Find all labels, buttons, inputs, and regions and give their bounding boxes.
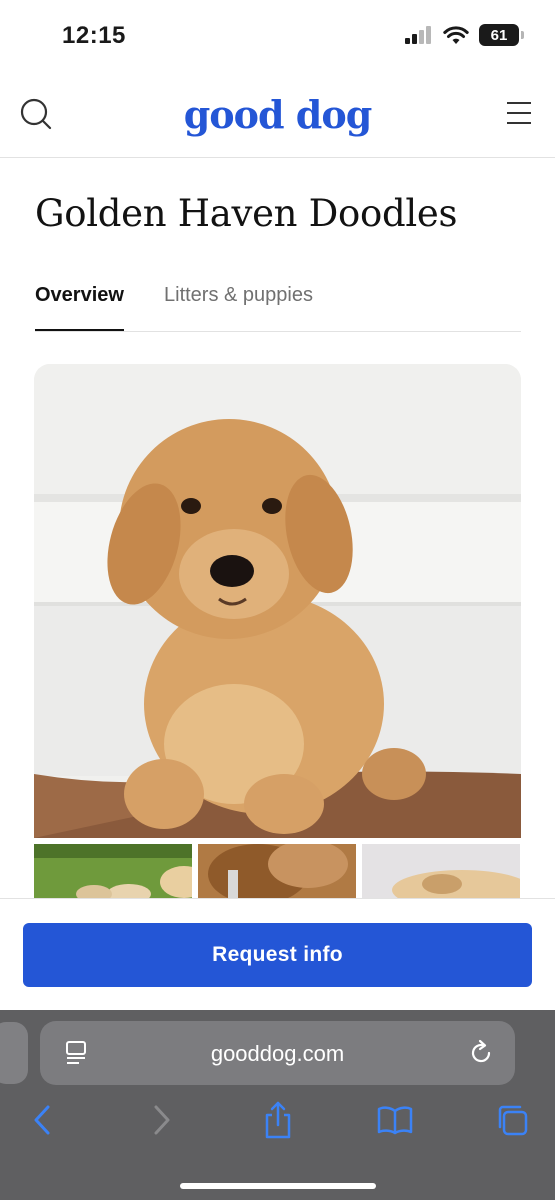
thumbnail-3[interactable]	[362, 844, 520, 898]
main-puppy-photo[interactable]	[34, 364, 521, 838]
url-text: gooddog.com	[210, 1041, 345, 1066]
tabs-icon	[498, 1105, 528, 1136]
photo-thumbnails	[34, 844, 521, 898]
request-info-button[interactable]: Request info	[23, 923, 532, 987]
thumbnail-1[interactable]	[34, 844, 192, 898]
site-logo[interactable]: good dog	[0, 92, 555, 137]
address-bar[interactable]: gooddog.com	[40, 1021, 515, 1085]
menu-button[interactable]	[505, 100, 533, 126]
status-time: 12:15	[62, 22, 126, 49]
home-indicator	[180, 1183, 376, 1189]
back-button[interactable]	[20, 1098, 64, 1142]
back-icon	[34, 1105, 50, 1135]
share-icon	[265, 1101, 291, 1139]
menu-icon	[507, 102, 531, 124]
previous-tab-preview[interactable]	[0, 1022, 28, 1084]
page-title: Golden Haven Doodles	[35, 192, 458, 235]
browser-nav-row	[0, 1098, 555, 1148]
battery-indicator: 61	[479, 24, 524, 46]
share-button[interactable]	[256, 1098, 300, 1142]
battery-level: 61	[490, 26, 508, 44]
bookmarks-icon	[377, 1106, 413, 1135]
tab-overview[interactable]: Overview	[35, 284, 124, 331]
reload-icon[interactable]	[467, 1039, 495, 1067]
browser-toolbar: gooddog.com	[0, 1010, 555, 1200]
site-header: good dog	[0, 74, 555, 158]
bookmarks-button[interactable]	[373, 1098, 417, 1142]
status-bar: 12:15 61	[0, 0, 555, 74]
status-indicators: 61	[405, 24, 524, 46]
tab-litters-puppies[interactable]: Litters & puppies	[164, 284, 313, 307]
cellular-signal-icon	[405, 26, 431, 44]
tabs-button[interactable]	[490, 1098, 534, 1142]
wifi-icon	[443, 26, 469, 44]
thumbnail-2[interactable]	[198, 844, 356, 898]
forward-icon	[154, 1105, 170, 1135]
forward-button[interactable]	[140, 1098, 184, 1142]
cta-bar: Request info	[0, 898, 555, 1010]
tab-bar: Overview Litters & puppies	[35, 270, 521, 332]
puppy-photo-illustration	[34, 364, 521, 838]
